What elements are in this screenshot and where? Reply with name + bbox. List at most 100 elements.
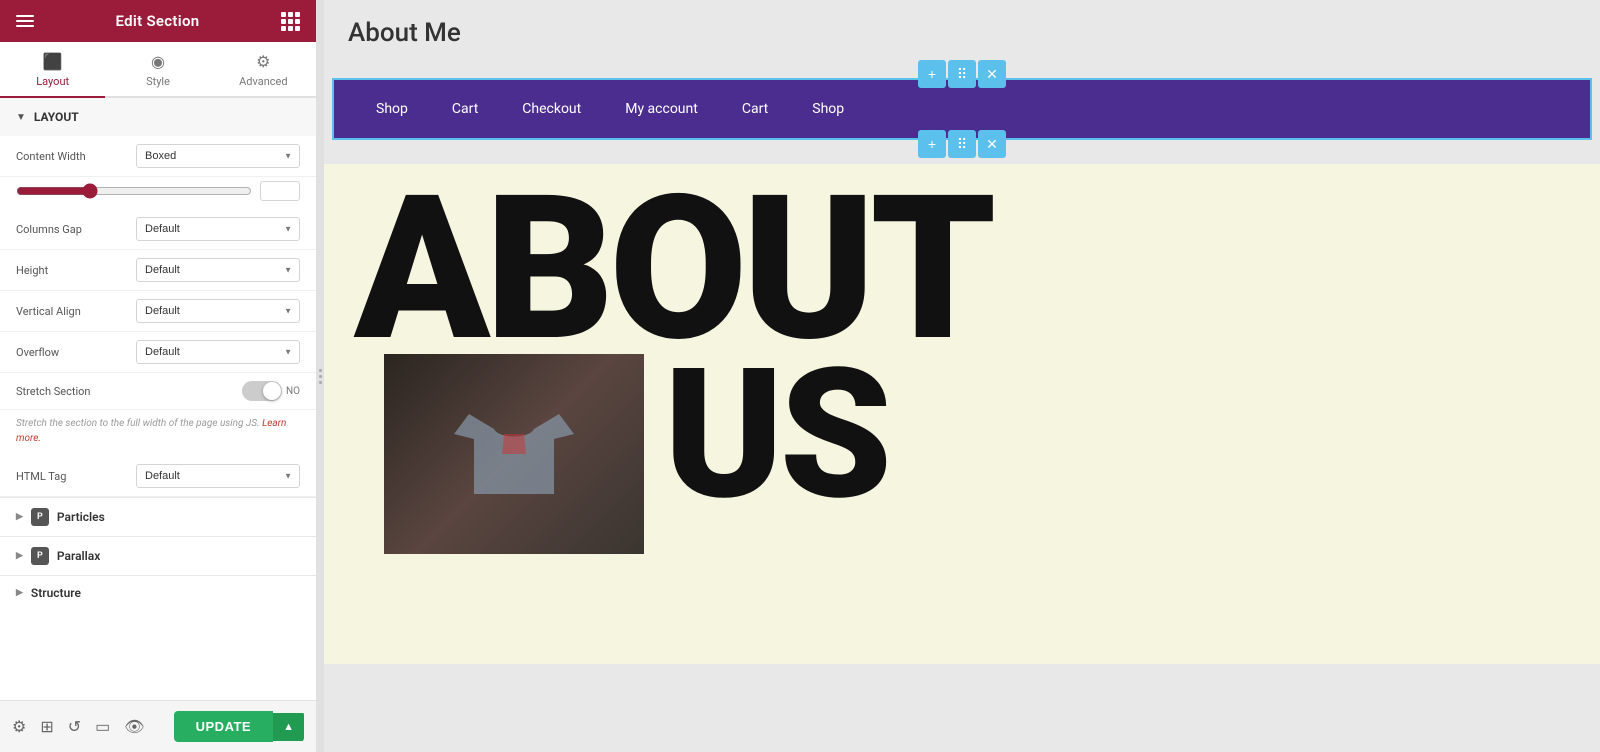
parallax-section: ▶ P Parallax bbox=[0, 536, 316, 575]
structure-section: ▶ Structure bbox=[0, 575, 316, 610]
about-bottom-row: US bbox=[324, 354, 1600, 554]
add-column-bottom-button[interactable]: + bbox=[918, 130, 946, 158]
apps-grid-icon[interactable] bbox=[281, 12, 300, 31]
nav-item-my-account[interactable]: My account bbox=[603, 80, 720, 138]
overflow-select[interactable]: Default Hidden bbox=[136, 340, 300, 364]
stretch-section-label: Stretch Section bbox=[16, 385, 242, 398]
panel-tabs: ⬛ Layout ◉ Style ⚙ Advanced bbox=[0, 42, 316, 98]
nav-item-shop-1[interactable]: Shop bbox=[354, 80, 430, 138]
particles-header[interactable]: ▶ P Particles bbox=[0, 498, 316, 536]
settings-icon[interactable]: ⚙ bbox=[12, 717, 26, 736]
height-select[interactable]: Default Fit To Screen Min Height bbox=[136, 258, 300, 282]
nav-item-cart-2[interactable]: Cart bbox=[720, 80, 790, 138]
drag-section-bottom-button[interactable]: ⠿ bbox=[948, 130, 976, 158]
content-width-select[interactable]: Boxed Full Width bbox=[136, 144, 300, 168]
add-column-button[interactable]: + bbox=[918, 60, 946, 88]
width-slider[interactable] bbox=[16, 183, 252, 199]
html-tag-row: HTML Tag Default header footer main ▼ bbox=[0, 456, 316, 497]
nav-item-checkout[interactable]: Checkout bbox=[500, 80, 603, 138]
tab-layout[interactable]: ⬛ Layout bbox=[0, 42, 105, 98]
height-label: Height bbox=[16, 264, 136, 277]
panel-bottom-toolbar: ⚙ ⊞ ↺ ▭ 👁 UPDATE ▲ bbox=[0, 700, 316, 752]
vertical-align-control: Default Top Middle Bottom ▼ bbox=[136, 299, 300, 323]
particles-section: ▶ P Particles bbox=[0, 497, 316, 536]
resize-handle[interactable] bbox=[316, 0, 324, 752]
bottom-icon-group: ⚙ ⊞ ↺ ▭ 👁 bbox=[12, 717, 145, 736]
selected-section-wrapper: + ⠿ ✕ Shop Cart Checkout My account Cart… bbox=[324, 78, 1600, 140]
stretch-section-row: Stretch Section NO bbox=[0, 373, 316, 410]
update-button-group: UPDATE ▲ bbox=[174, 711, 304, 742]
stretch-hint-text: Stretch the section to the full width of… bbox=[0, 410, 316, 456]
drag-section-button[interactable]: ⠿ bbox=[948, 60, 976, 88]
height-row: Height Default Fit To Screen Min Height … bbox=[0, 250, 316, 291]
parallax-badge-icon: P bbox=[31, 547, 49, 565]
panel-body: ▼ Layout Content Width Boxed Full Width … bbox=[0, 98, 316, 752]
menu-icon[interactable] bbox=[16, 15, 34, 27]
stretch-hint-content: Stretch the section to the full width of… bbox=[16, 418, 260, 429]
html-tag-select[interactable]: Default header footer main bbox=[136, 464, 300, 488]
layout-section-label: Layout bbox=[34, 110, 79, 124]
panel-header: Edit Section bbox=[0, 0, 316, 42]
content-width-label: Content Width bbox=[16, 150, 136, 163]
structure-arrow-icon: ▶ bbox=[16, 588, 23, 598]
layout-tab-icon: ⬛ bbox=[43, 52, 63, 71]
width-value-input[interactable] bbox=[260, 181, 300, 201]
nav-item-cart-1[interactable]: Cart bbox=[430, 80, 500, 138]
overflow-control: Default Hidden ▼ bbox=[136, 340, 300, 364]
layout-section-header[interactable]: ▼ Layout bbox=[0, 98, 316, 136]
particles-badge-icon: P bbox=[31, 508, 49, 526]
parallax-label: Parallax bbox=[57, 549, 100, 563]
section-bottom-controls: + ⠿ ✕ bbox=[917, 130, 1007, 158]
tab-advanced-label: Advanced bbox=[239, 75, 287, 88]
overflow-label: Overflow bbox=[16, 346, 136, 359]
history-icon[interactable]: ↺ bbox=[68, 717, 81, 736]
resize-dots-icon bbox=[319, 369, 322, 384]
left-panel: Edit Section ⬛ Layout ◉ Style ⚙ Advanced… bbox=[0, 0, 316, 752]
update-button[interactable]: UPDATE bbox=[174, 711, 273, 742]
parallax-arrow-icon: ▶ bbox=[16, 551, 23, 561]
particles-label: Particles bbox=[57, 510, 105, 524]
content-width-control: Boxed Full Width ▼ bbox=[136, 144, 300, 168]
panel-title: Edit Section bbox=[116, 12, 200, 30]
vertical-align-row: Vertical Align Default Top Middle Bottom… bbox=[0, 291, 316, 332]
structure-header[interactable]: ▶ Structure bbox=[0, 576, 316, 610]
columns-gap-label: Columns Gap bbox=[16, 223, 136, 236]
about-section: ABOUT US bbox=[324, 164, 1600, 664]
nav-item-shop-2[interactable]: Shop bbox=[790, 80, 866, 138]
stretch-toggle-knob bbox=[263, 382, 281, 400]
height-control: Default Fit To Screen Min Height ▼ bbox=[136, 258, 300, 282]
columns-gap-select[interactable]: Default No Gap Narrow bbox=[136, 217, 300, 241]
html-tag-control: Default header footer main ▼ bbox=[136, 464, 300, 488]
style-tab-icon: ◉ bbox=[151, 52, 165, 71]
tab-style[interactable]: ◉ Style bbox=[105, 42, 210, 98]
canvas-content: + ⠿ ✕ Shop Cart Checkout My account Cart… bbox=[324, 60, 1600, 752]
vertical-align-select[interactable]: Default Top Middle Bottom bbox=[136, 299, 300, 323]
about-text-line2: US bbox=[644, 354, 888, 516]
layers-icon[interactable]: ⊞ bbox=[40, 717, 53, 736]
responsive-icon[interactable]: ▭ bbox=[95, 717, 110, 736]
eye-icon[interactable]: 👁 bbox=[124, 717, 144, 736]
about-us-text: US bbox=[664, 329, 888, 540]
about-image-placeholder bbox=[384, 354, 644, 554]
parallax-header[interactable]: ▶ P Parallax bbox=[0, 537, 316, 575]
canvas-area: About Me + ⠿ ✕ Shop Cart Checkout My acc… bbox=[324, 0, 1600, 752]
page-title: About Me bbox=[324, 0, 1600, 60]
columns-gap-control: Default No Gap Narrow ▼ bbox=[136, 217, 300, 241]
about-big-text: ABOUT bbox=[324, 164, 1600, 354]
advanced-tab-icon: ⚙ bbox=[256, 52, 270, 71]
close-section-bottom-button[interactable]: ✕ bbox=[978, 130, 1006, 158]
stretch-toggle[interactable]: NO bbox=[242, 381, 300, 401]
columns-gap-row: Columns Gap Default No Gap Narrow ▼ bbox=[0, 209, 316, 250]
about-text-area: ABOUT US bbox=[324, 164, 1600, 664]
overflow-row: Overflow Default Hidden ▼ bbox=[0, 332, 316, 373]
stretch-toggle-no-label: NO bbox=[286, 386, 300, 397]
close-section-button[interactable]: ✕ bbox=[978, 60, 1006, 88]
tab-layout-label: Layout bbox=[36, 75, 69, 88]
layout-arrow-icon: ▼ bbox=[16, 112, 26, 123]
stretch-toggle-track[interactable] bbox=[242, 381, 282, 401]
section-top-controls: + ⠿ ✕ bbox=[917, 60, 1007, 88]
vertical-align-label: Vertical Align bbox=[16, 305, 136, 318]
tab-advanced[interactable]: ⚙ Advanced bbox=[211, 42, 316, 98]
structure-label: Structure bbox=[31, 586, 81, 600]
update-dropdown-button[interactable]: ▲ bbox=[273, 713, 304, 741]
